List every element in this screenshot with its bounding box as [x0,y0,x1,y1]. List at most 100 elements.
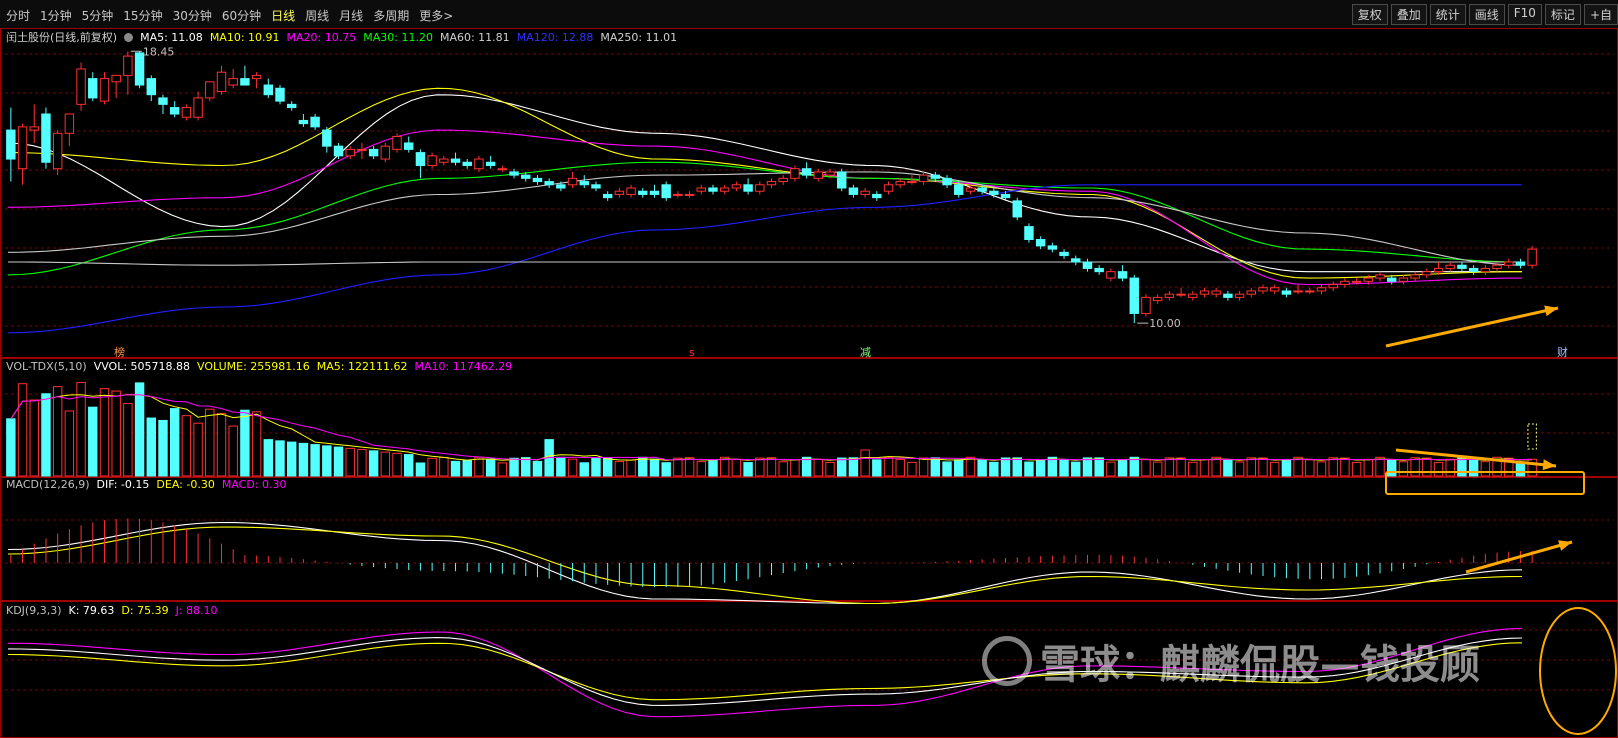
candle-body [977,187,987,192]
candle-body [1445,264,1455,269]
candle-body [146,78,156,96]
candle-body [298,119,309,125]
candle-body [1457,264,1467,269]
volume-bar [860,449,870,477]
volume-bar [1410,457,1420,477]
volume-bar [462,459,472,477]
candle-body [169,107,180,115]
candle-body [1258,287,1268,292]
volume-bar [556,456,566,477]
candle-body [1106,271,1116,279]
candle-body [930,174,941,179]
volume-bar [825,461,835,477]
volume-bar [731,458,742,477]
volume-bar [1258,457,1268,477]
volume-bar [439,457,449,477]
volume-bar [719,456,730,477]
volume-bar [790,459,800,477]
volume-bar [661,462,671,477]
candle-body [1480,267,1491,273]
volume-bar [1351,461,1362,477]
candle-body [497,168,508,171]
candle-body [743,184,753,192]
watermark: 雪球：麒麟侃股—钱投顾 [982,632,1480,690]
snowball-logo-icon [982,636,1032,686]
candle-body [1527,248,1537,266]
volume-bar [1012,457,1022,477]
volume-bar [415,462,426,477]
volume-bar [64,410,75,477]
volume-bar [322,445,332,477]
macd-dea-line [7,526,1523,605]
volume-bar [158,419,168,477]
candle-body [602,193,613,199]
volume-bar [1106,461,1116,477]
volume-bar [755,457,765,477]
candle-body [158,97,168,105]
volume-bar [649,458,660,477]
macd-arrow [1465,540,1573,574]
candle-body [1059,251,1069,257]
candle-body [989,190,999,195]
volume-bar [1387,459,1397,477]
candle-body [1176,293,1186,296]
candle-body [216,71,227,92]
volume-bar [521,457,531,477]
volume-bar [1188,461,1198,477]
candle-body [240,78,250,86]
candle-body [193,97,203,118]
volume-bar [1398,461,1409,477]
volume-bar [532,460,543,477]
volume-bar [1152,461,1163,477]
volume-bar [1094,457,1104,477]
volume-bar [813,458,824,477]
candle-body [1281,290,1292,295]
candle-body [918,174,929,183]
candle-body [1422,271,1432,276]
candle-body [462,161,472,166]
volume-bar [977,459,987,477]
volume-bar [275,440,285,477]
volume-bar [474,456,484,477]
candle-body [532,177,543,183]
volume-bar [392,452,402,477]
volume-bar [989,461,999,477]
volume-bar [1527,458,1537,477]
volume-bar [1071,461,1081,477]
candle-body [1000,193,1011,199]
candle-body [485,161,496,166]
candle-body [1082,261,1093,269]
volume-bar [872,459,882,477]
volume-bar [509,457,519,477]
candle-body [1316,287,1327,292]
volume-bar [380,451,391,477]
volume-bar [111,390,121,477]
candle-body [474,158,484,170]
stock-chart[interactable]: 18.45 10.00 榜 s 减 财 [0,0,1618,738]
candle-body [17,126,28,170]
volume-bar [29,399,39,477]
candle-body [837,171,847,189]
candle-body [357,148,367,151]
event-marker: 减 [860,346,871,359]
candle-body [88,78,98,99]
candle-body [404,142,414,150]
volume-bar [602,457,613,477]
event-marker: 财 [1557,345,1568,359]
candle-body [1199,290,1210,295]
volume-bar [1035,459,1046,477]
candle-body [1269,287,1280,292]
candle-body [345,148,355,157]
ma-line-ma5 [7,94,1522,273]
volume-bar [427,457,437,477]
event-marker: 榜 [114,345,125,359]
candle-body [368,148,379,157]
volume-bar [134,382,145,477]
candle-body [439,158,449,163]
candle-body [123,55,133,76]
candle-body [696,187,706,192]
volume-bar [930,457,941,477]
candle-body [1047,245,1058,250]
candle-body [1363,277,1374,282]
candle-body [52,132,63,170]
